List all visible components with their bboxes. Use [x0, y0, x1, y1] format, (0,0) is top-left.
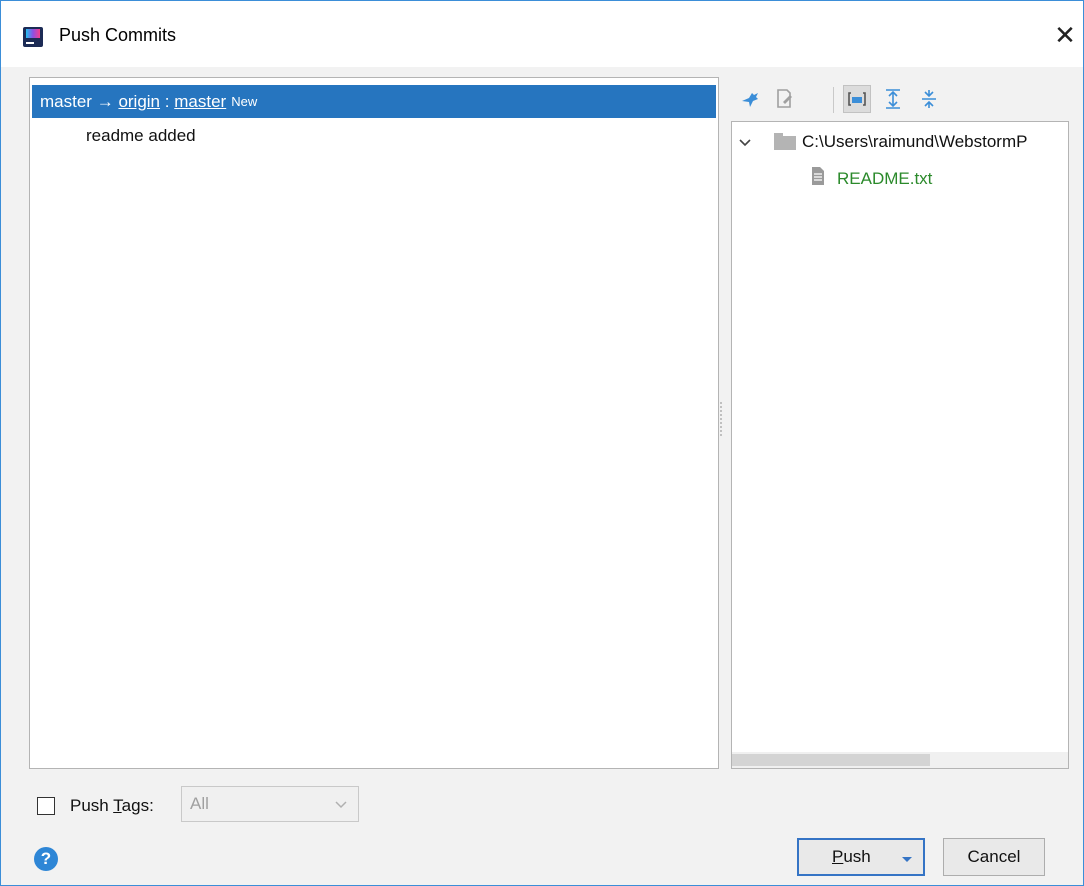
- push-tags-option: Push Tags:: [37, 791, 154, 821]
- help-icon[interactable]: ?: [34, 847, 58, 871]
- changed-files-tree: C:\Users\raimund\WebstormP README.txt: [731, 121, 1069, 769]
- remote-link[interactable]: origin: [118, 92, 160, 112]
- edit-source-icon[interactable]: [771, 85, 799, 113]
- dialog-title: Push Commits: [59, 25, 177, 45]
- title-bar: Push Commits ✕: [1, 1, 1083, 67]
- push-button-label: Push: [832, 847, 871, 866]
- cancel-button[interactable]: Cancel: [943, 838, 1045, 876]
- local-branch: master: [40, 91, 92, 111]
- changed-file[interactable]: README.txt: [837, 169, 932, 189]
- branch-row[interactable]: master → origin : master New: [32, 85, 716, 118]
- push-tags-checkbox[interactable]: [37, 797, 55, 815]
- chevron-down-icon: [335, 801, 347, 809]
- push-tags-label: Push Tags:: [70, 796, 154, 815]
- push-commits-dialog: Push Commits ✕ master → origin : master …: [0, 0, 1084, 886]
- folder-icon: [774, 133, 796, 150]
- panel-splitter[interactable]: [719, 401, 723, 437]
- remote-branch-link[interactable]: master: [174, 92, 226, 112]
- selected-option: All: [190, 794, 209, 813]
- group-by-directory-icon[interactable]: [843, 85, 871, 113]
- webstorm-app-icon: [23, 27, 43, 47]
- scrollbar-thumb[interactable]: [732, 754, 930, 766]
- toolbar-separator: [833, 87, 834, 113]
- push-button[interactable]: Push: [797, 838, 925, 876]
- commit-item[interactable]: readme added: [86, 126, 196, 146]
- dropdown-arrow-icon[interactable]: [901, 856, 913, 864]
- root-directory[interactable]: C:\Users\raimund\WebstormP: [802, 132, 1027, 152]
- pin-icon[interactable]: [737, 85, 765, 113]
- collapse-all-icon[interactable]: [915, 85, 943, 113]
- arrow-glyph: →: [96, 91, 114, 111]
- changes-toolbar: [737, 83, 1067, 117]
- commits-tree: master → origin : master New readme adde…: [29, 77, 719, 769]
- chevron-down-icon[interactable]: [738, 138, 752, 148]
- push-tags-select[interactable]: All: [181, 786, 359, 822]
- horizontal-scrollbar[interactable]: [732, 752, 1068, 768]
- new-branch-badge: New: [231, 94, 258, 109]
- expand-all-icon[interactable]: [879, 85, 907, 113]
- text-file-icon: [812, 167, 824, 185]
- close-button[interactable]: ✕: [1051, 21, 1079, 49]
